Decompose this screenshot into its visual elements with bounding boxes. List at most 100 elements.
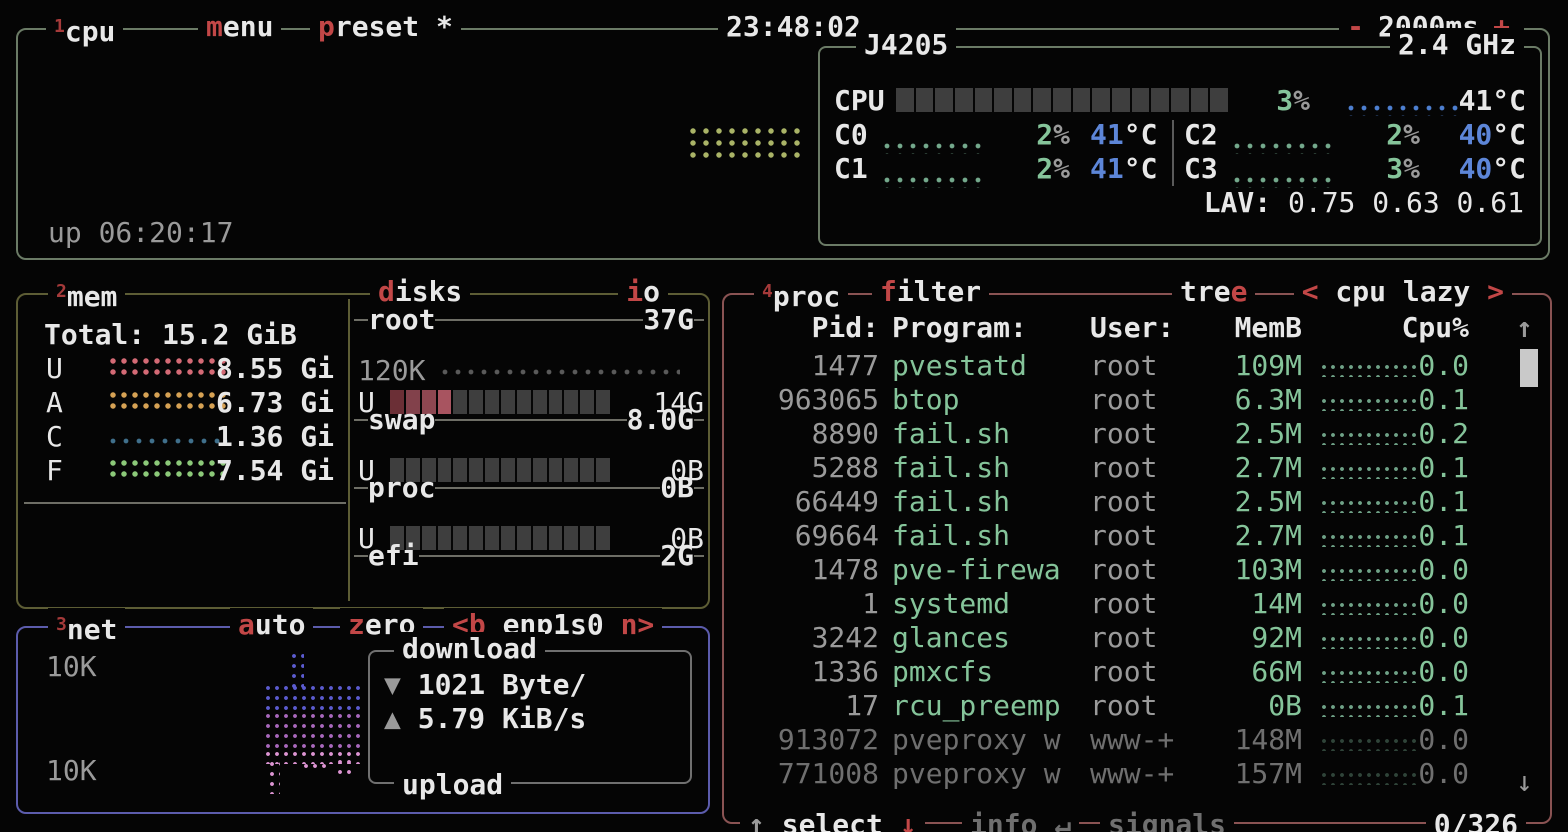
signals-button[interactable]: signals — [1100, 808, 1234, 832]
cell-user: root — [1090, 689, 1157, 723]
cpu-box-title[interactable]: 1cpu — [46, 10, 123, 49]
info-button[interactable]: info ↵ — [962, 808, 1079, 832]
mem-row-label: A — [46, 386, 63, 420]
process-row[interactable]: 66449fail.shroot2.5M0.1 — [724, 485, 1546, 519]
meter-block — [1112, 88, 1130, 112]
interval-minus-button[interactable]: - — [1347, 10, 1364, 43]
select-control[interactable]: ↑ select ↓ — [740, 808, 925, 832]
mem-row-value: 7.54 Gi — [168, 454, 334, 488]
meter-block — [935, 88, 953, 112]
mem-box-title[interactable]: 2mem — [48, 275, 125, 314]
mem-row-value: 6.73 Gi — [168, 386, 334, 420]
process-row[interactable]: 8890fail.shroot2.5M0.2 — [724, 417, 1546, 451]
cpu-box-label: cpu — [65, 15, 116, 48]
cell-cpu: 0.0 — [1364, 349, 1469, 383]
process-row[interactable]: 1477pvestatdroot109M0.0 — [724, 349, 1546, 383]
cpu-frequency: 2.4 GHz — [1390, 28, 1524, 62]
cell-mem: 2.5M — [1179, 417, 1302, 451]
cell-pid: 963065 — [734, 383, 879, 417]
meter-block — [1092, 88, 1110, 112]
select-label: select — [765, 808, 900, 832]
process-row[interactable]: 771008pveproxy wwww-+157M0.0 — [724, 757, 1546, 791]
net-download-graph — [266, 686, 362, 716]
process-row[interactable]: 5288fail.shroot2.7M0.1 — [724, 451, 1546, 485]
menu-button[interactable]: menu — [198, 10, 281, 44]
core-percent: 2% — [990, 152, 1070, 186]
cpu-usage-graph — [690, 128, 806, 164]
mem-box: 2mem disks io Total: 15.2 GiB U 8.55 Gi … — [16, 293, 710, 609]
core-graph — [1234, 142, 1338, 154]
sort-prev-button[interactable]: < — [1302, 275, 1319, 308]
cell-cpu: 0.1 — [1364, 451, 1469, 485]
process-row[interactable]: 913072pveproxy wwww-+148M0.0 — [724, 723, 1546, 757]
column-header-cpu[interactable]: Cpu% — [1364, 311, 1469, 345]
process-row[interactable]: 963065btoproot6.3M0.1 — [724, 383, 1546, 417]
cell-cpu: 0.1 — [1364, 519, 1469, 553]
process-row[interactable]: 1systemdroot14M0.0 — [724, 587, 1546, 621]
cell-prog: pve-firewa — [892, 553, 1061, 587]
download-label: download — [394, 632, 545, 666]
cell-cpu: 0.1 — [1364, 689, 1469, 723]
upload-label: upload — [394, 768, 511, 802]
cell-user: root — [1090, 655, 1157, 689]
upload-speed: ▲ 5.79 KiB/s — [384, 702, 586, 736]
proc-box: 4proc filter tree < cpu lazy > Pid: Prog… — [722, 293, 1552, 824]
cell-user: root — [1090, 349, 1157, 383]
preset-button[interactable]: preset * — [310, 10, 461, 44]
proc-filter-button[interactable]: filter — [872, 275, 989, 309]
mem-row-label: U — [46, 352, 63, 386]
proc-tree-toggle[interactable]: tree — [1172, 275, 1255, 309]
core-name: C1 — [834, 152, 868, 186]
cell-prog: pveproxy w — [892, 757, 1061, 791]
cpu-total-label: CPU — [834, 84, 885, 118]
iface-next-button[interactable]: n> — [621, 608, 655, 641]
core-temp: 40°C — [1440, 152, 1526, 186]
core-temp: 41°C — [1090, 118, 1157, 152]
column-header-program[interactable]: Program: — [892, 311, 1027, 345]
process-count: 0/326 — [1426, 808, 1526, 832]
meter-block — [1053, 88, 1071, 112]
column-header-pid[interactable]: Pid: — [734, 311, 879, 345]
process-row[interactable]: 3242glancesroot92M0.0 — [724, 621, 1546, 655]
process-row[interactable]: 69664fail.shroot2.7M0.1 — [724, 519, 1546, 553]
process-row[interactable]: 1478pve-firewaroot103M0.0 — [724, 553, 1546, 587]
net-box-number: 3 — [56, 614, 67, 635]
cpu-box: 1cpu menu preset * 23:48:02 -2000ms+ up … — [16, 28, 1550, 260]
cell-prog: systemd — [892, 587, 1010, 621]
column-header-user[interactable]: User: — [1090, 311, 1174, 345]
mem-total: Total: 15.2 GiB — [44, 318, 297, 352]
cell-cpu: 0.1 — [1364, 485, 1469, 519]
process-row[interactable]: 17rcu_preemproot0B0.1 — [724, 689, 1546, 723]
cell-prog: fail.sh — [892, 519, 1010, 553]
net-box-title[interactable]: 3net — [48, 608, 125, 647]
mem-row-value: 8.55 Gi — [168, 352, 334, 386]
cell-pid: 3242 — [734, 621, 879, 655]
cell-pid: 5288 — [734, 451, 879, 485]
cell-mem: 103M — [1179, 553, 1302, 587]
mem-row-label: F — [46, 454, 63, 488]
download-arrow-icon: ▼ — [384, 668, 401, 701]
process-row[interactable]: 1336pmxcfsroot66M0.0 — [724, 655, 1546, 689]
net-speed-box: download upload ▼ 1021 Byte/ ▲ 5.79 KiB/… — [368, 650, 692, 784]
sort-next-button[interactable]: > — [1487, 275, 1504, 308]
cell-user: root — [1090, 383, 1157, 417]
scroll-up-icon[interactable]: ↑ — [1516, 311, 1533, 345]
meter-block — [994, 88, 1012, 112]
core-name: C2 — [1184, 118, 1218, 152]
disk-section-proc: proc0B — [354, 471, 704, 505]
cell-mem: 109M — [1179, 349, 1302, 383]
cell-cpu: 0.1 — [1364, 383, 1469, 417]
cell-pid: 771008 — [734, 757, 879, 791]
net-upload-graph — [304, 764, 328, 774]
core-graph — [884, 176, 988, 188]
sort-mode: cpu lazy — [1319, 275, 1488, 308]
column-header-mem[interactable]: MemB — [1179, 311, 1302, 345]
disks-toggle[interactable]: disks — [370, 275, 470, 309]
cell-mem: 148M — [1179, 723, 1302, 757]
io-toggle[interactable]: io — [618, 275, 668, 309]
net-auto-toggle[interactable]: auto — [230, 608, 313, 642]
cell-cpu: 0.0 — [1364, 621, 1469, 655]
proc-box-title[interactable]: 4proc — [754, 275, 848, 314]
core-temp: 40°C — [1440, 118, 1526, 152]
cell-prog: rcu_preemp — [892, 689, 1061, 723]
